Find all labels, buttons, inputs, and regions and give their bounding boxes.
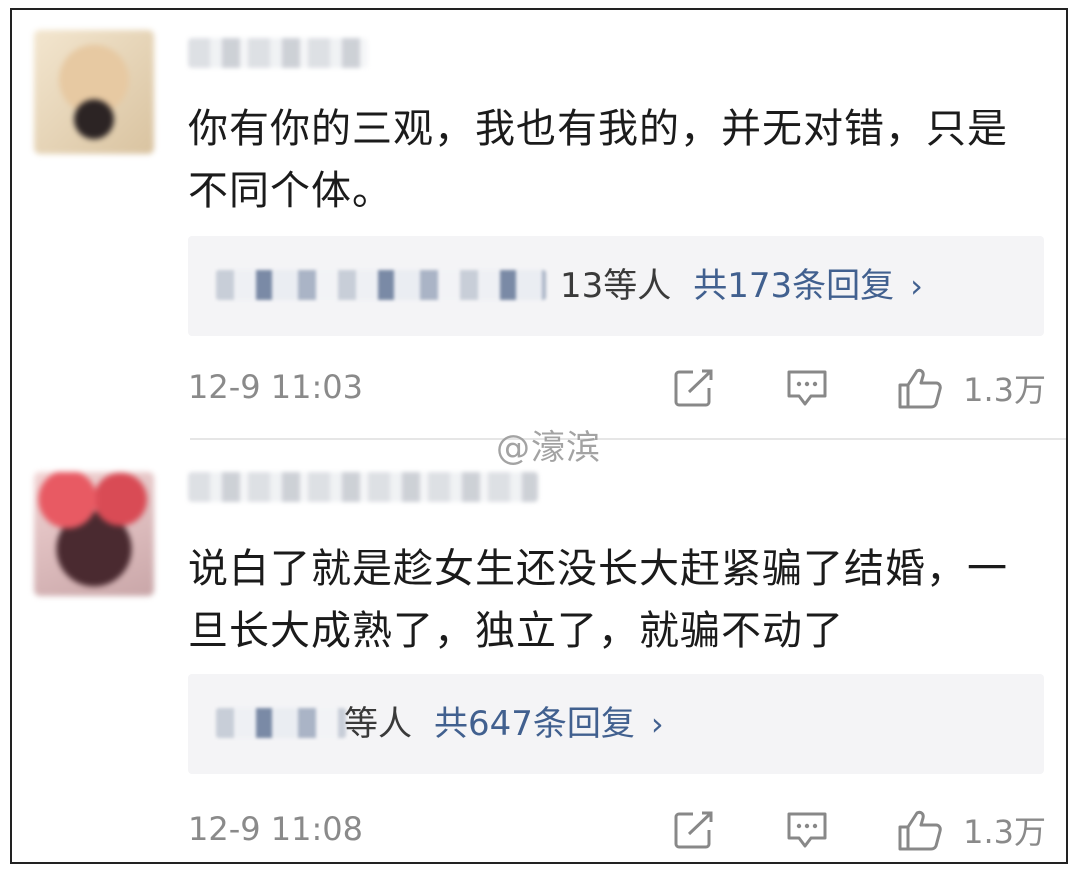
share-icon: [674, 369, 713, 407]
reply-summary[interactable]: 等人 共647条回复 ›: [188, 674, 1044, 774]
like-button[interactable]: 1.3万: [897, 365, 1046, 411]
reply-summary-text: 等人 共647条回复 ›: [344, 700, 664, 748]
reply-summary-text: 13等人 共173条回复 ›: [560, 262, 923, 310]
reply-names: 等人: [344, 704, 412, 744]
reply-summary[interactable]: 13等人 共173条回复 ›: [188, 236, 1044, 336]
comment-icon: [787, 370, 827, 406]
reply-count-link[interactable]: 共173条回复: [693, 266, 894, 306]
comment-text: 你有你的三观，我也有我的，并无对错，只是不同个体。: [188, 106, 1008, 214]
comment-icon: [787, 812, 827, 848]
comment-meta: 12-9 11:08 1.3万: [188, 802, 1046, 858]
thumbs-up-icon: [898, 810, 942, 851]
reply-names: 13等人: [560, 266, 672, 306]
comment-button[interactable]: [785, 810, 829, 850]
comment-meta: 12-9 11:03 1.3万: [188, 360, 1046, 416]
timestamp: 12-9 11:08: [188, 810, 364, 848]
share-button[interactable]: [673, 368, 715, 408]
divider: [190, 438, 1066, 440]
avatar[interactable]: [34, 30, 154, 154]
comment-button[interactable]: [785, 368, 829, 408]
comment-actions: 1.3万: [673, 360, 1046, 416]
username-blurred[interactable]: [188, 472, 538, 502]
like-count: 1.3万: [963, 813, 1046, 851]
repliers-blurred: [216, 708, 346, 738]
like-count: 1.3万: [963, 371, 1046, 409]
avatar[interactable]: [34, 472, 154, 596]
comment-item: 你有你的三观，我也有我的，并无对错，只是不同个体。 13等人 共173条回复 › 1…: [12, 10, 1066, 438]
comment-actions: 1.3万: [673, 802, 1046, 858]
like-button[interactable]: 1.3万: [897, 807, 1046, 853]
thumbs-up-icon: [898, 368, 942, 409]
screenshot-frame: 你有你的三观，我也有我的，并无对错，只是不同个体。 13等人 共173条回复 › 1…: [10, 8, 1068, 864]
chevron-right-icon: ›: [650, 705, 664, 743]
timestamp: 12-9 11:03: [188, 368, 364, 406]
watermark: @濠滨: [496, 428, 601, 468]
reply-count-link[interactable]: 共647条回复: [434, 704, 635, 744]
share-icon: [674, 811, 713, 849]
share-button[interactable]: [673, 810, 715, 850]
comment-text: 说白了就是趁女生还没长大赶紧骗了结婚，一旦长大成熟了，独立了，就骗不动了: [188, 546, 1008, 654]
chevron-right-icon: ›: [910, 267, 923, 305]
comment-item: 说白了就是趁女生还没长大赶紧骗了结婚，一旦长大成熟了，独立了，就骗不动了 等人共…: [12, 442, 1066, 862]
username-blurred[interactable]: [188, 38, 368, 68]
repliers-blurred: [216, 270, 546, 300]
